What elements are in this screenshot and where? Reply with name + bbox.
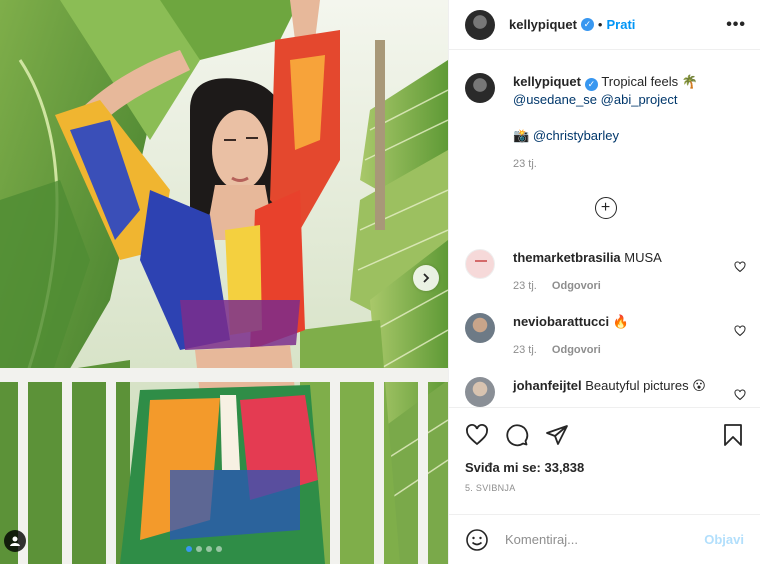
carousel-dot <box>196 546 202 552</box>
mention-abi-project[interactable]: @abi_project <box>601 92 678 107</box>
comments-list[interactable]: kellypiquet ✓ Tropical feels 🌴 @usedane_s… <box>449 51 760 407</box>
heart-icon <box>466 424 488 446</box>
comment-avatar[interactable] <box>465 377 495 407</box>
comment-body: themarketbrasilia MUSA 23 tj. Odgovori <box>513 249 662 295</box>
user-tag-button[interactable] <box>4 530 26 552</box>
emoji-icon[interactable] <box>465 528 489 552</box>
bookmark-icon <box>724 424 742 446</box>
mention-christybarley[interactable]: @christybarley <box>533 128 619 143</box>
comment-text: Beautyful pictures 😮 <box>585 378 706 393</box>
caption-body: kellypiquet ✓ Tropical feels 🌴 @usedane_s… <box>513 73 698 173</box>
caption-username[interactable]: kellypiquet <box>513 74 581 89</box>
reply-button[interactable]: Odgovori <box>552 344 601 356</box>
comment-avatar[interactable] <box>465 313 495 343</box>
post-side-panel: kellypiquet ✓ • Prati ••• kellypiquet ✓ T… <box>448 0 760 564</box>
caption-text: Tropical feels 🌴 <box>601 74 698 89</box>
camera-emoji: 📸 <box>513 128 530 143</box>
load-more-comments[interactable]: + <box>465 197 746 219</box>
comment-meta: 23 tj. Odgovori <box>513 341 629 359</box>
comment-item: themarketbrasilia MUSA 23 tj. Odgovori <box>465 249 746 295</box>
comment-icon <box>506 424 529 447</box>
caption: kellypiquet ✓ Tropical feels 🌴 @usedane_s… <box>465 73 746 173</box>
reply-button[interactable]: Odgovori <box>552 280 601 292</box>
save-button[interactable] <box>722 423 744 447</box>
instagram-post-modal: kellypiquet ✓ • Prati ••• kellypiquet ✓ T… <box>0 0 760 564</box>
comment-text: MUSA <box>624 250 662 265</box>
photo-illustration <box>0 0 448 564</box>
author-username[interactable]: kellypiquet <box>509 17 577 32</box>
carousel-dot <box>206 546 212 552</box>
caption-time: 23 tj. <box>513 158 537 170</box>
likes-count[interactable]: Sviđa mi se: 33,838 <box>465 460 744 475</box>
carousel-dot <box>216 546 222 552</box>
comment-avatar[interactable] <box>465 249 495 279</box>
action-icons <box>465 418 744 452</box>
more-horizontal-icon[interactable]: ••• <box>726 16 746 34</box>
share-icon <box>546 425 568 445</box>
comment-item: neviobarattucci 🔥 23 tj. Odgovori <box>465 313 746 359</box>
mention-usedane[interactable]: @usedane_se <box>513 92 597 107</box>
comment-item: johanfeijtel Beautyful pictures 😮 <box>465 377 746 407</box>
post-photo[interactable] <box>0 0 448 564</box>
comment-body: johanfeijtel Beautyful pictures 😮 <box>513 377 706 395</box>
avatar-logo <box>475 260 487 262</box>
comment-input[interactable] <box>505 532 705 547</box>
comment-time: 23 tj. <box>513 280 537 292</box>
post-comment-button[interactable]: Objavi <box>704 532 744 547</box>
user-tag-icon <box>10 536 20 546</box>
comment-username[interactable]: johanfeijtel <box>513 378 582 393</box>
post-date[interactable]: 5. SVIBNJA <box>465 483 744 493</box>
like-button[interactable] <box>465 423 489 447</box>
comment-like-heart-icon[interactable] <box>734 389 746 401</box>
follow-button[interactable]: Prati <box>606 17 635 32</box>
carousel-next-button[interactable] <box>413 265 439 291</box>
comment-username[interactable]: themarketbrasilia <box>513 250 621 265</box>
comment-like-heart-icon[interactable] <box>734 261 746 273</box>
comment-text: 🔥 <box>612 314 629 329</box>
dot-separator: • <box>597 17 603 32</box>
comment-meta: 23 tj. Odgovori <box>513 277 662 295</box>
carousel-indicator <box>186 546 222 552</box>
plus-circle-icon[interactable]: + <box>594 197 617 219</box>
post-actions: Sviđa mi se: 33,838 5. SVIBNJA <box>449 407 760 493</box>
comment-body: neviobarattucci 🔥 23 tj. Odgovori <box>513 313 629 359</box>
post-header: kellypiquet ✓ • Prati ••• <box>449 0 760 50</box>
chevron-right-icon <box>423 273 430 283</box>
add-comment-bar: Objavi <box>449 514 760 564</box>
comment-time: 23 tj. <box>513 344 537 356</box>
verified-badge-icon: ✓ <box>580 18 594 31</box>
comment-like-heart-icon[interactable] <box>734 325 746 337</box>
caption-avatar[interactable] <box>465 73 495 103</box>
author-avatar[interactable] <box>465 9 495 40</box>
comment-button[interactable] <box>505 423 529 447</box>
comment-username[interactable]: neviobarattucci <box>513 314 609 329</box>
share-button[interactable] <box>545 423 569 447</box>
verified-badge-icon: ✓ <box>584 78 598 91</box>
carousel-dot <box>186 546 192 552</box>
